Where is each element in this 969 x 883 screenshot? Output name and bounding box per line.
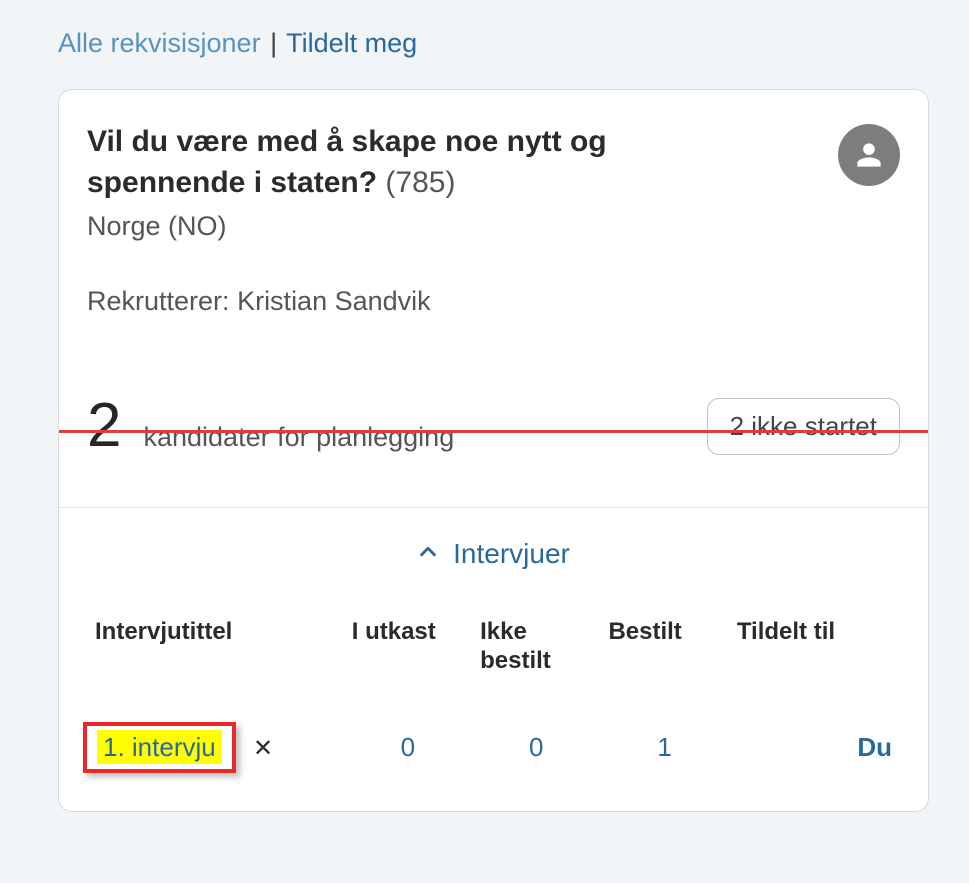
recruiter-name: Kristian Sandvik xyxy=(237,286,431,316)
breadcrumb-separator: | xyxy=(270,28,277,58)
breadcrumb: Alle rekvisisjoner | Tildelt meg xyxy=(58,28,929,59)
recruiter-line: Rekrutterer: Kristian Sandvik xyxy=(87,286,707,317)
draft-count[interactable]: 0 xyxy=(401,732,415,762)
col-ordered: Bestilt xyxy=(600,608,728,700)
col-title: Intervjutittel xyxy=(87,608,344,700)
col-assigned: Tildelt til xyxy=(729,608,900,700)
interviews-section-toggle[interactable]: Intervjuer xyxy=(87,508,900,590)
recruiter-label: Rekrutterer: xyxy=(87,286,230,316)
requisition-id: (785) xyxy=(385,166,455,199)
planning-text[interactable]: kandidater for planlegging xyxy=(143,422,454,453)
interview-title-link[interactable]: 1. intervju xyxy=(97,730,222,764)
planning-count: 2 xyxy=(87,395,121,457)
breadcrumb-all-link[interactable]: Alle rekvisisjoner xyxy=(58,28,261,58)
ordered-count[interactable]: 1 xyxy=(657,732,671,762)
profile-avatar[interactable] xyxy=(838,124,900,186)
person-icon xyxy=(855,141,883,169)
planning-summary-row: 2 kandidater for planlegging 2 ikke star… xyxy=(87,395,900,457)
requisition-title-text: Vil du være med å skape noe nytt og spen… xyxy=(87,125,607,199)
chevron-up-icon xyxy=(417,541,439,568)
requisition-title: Vil du være med å skape noe nytt og spen… xyxy=(87,122,707,203)
requisition-card: Vil du være med å skape noe nytt og spen… xyxy=(58,89,929,812)
col-notordered: Ikke bestilt xyxy=(472,608,600,700)
table-row: 1. intervju ✕ 0 0 1 Du xyxy=(87,700,900,795)
interviews-section-label: Intervjuer xyxy=(453,538,570,570)
requisition-location: Norge (NO) xyxy=(87,211,707,242)
close-icon[interactable]: ✕ xyxy=(253,735,273,762)
breadcrumb-assigned-link[interactable]: Tildelt meg xyxy=(286,28,417,58)
highlight-annotation: 1. intervju xyxy=(83,722,236,773)
assigned-to-link[interactable]: Du xyxy=(857,732,892,762)
interviews-table: Intervjutittel I utkast Ikke bestilt Bes… xyxy=(87,608,900,795)
notordered-count[interactable]: 0 xyxy=(529,732,543,762)
not-started-badge[interactable]: 2 ikke startet xyxy=(707,398,900,455)
col-draft: I utkast xyxy=(344,608,472,700)
